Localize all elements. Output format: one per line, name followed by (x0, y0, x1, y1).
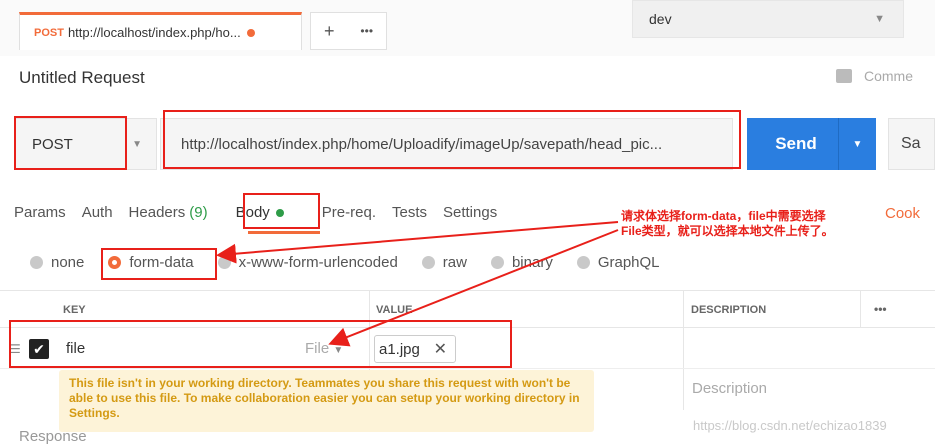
annotation-arrow (216, 221, 619, 264)
annotation-arrow (328, 229, 619, 347)
annotation-arrows (216, 221, 619, 347)
